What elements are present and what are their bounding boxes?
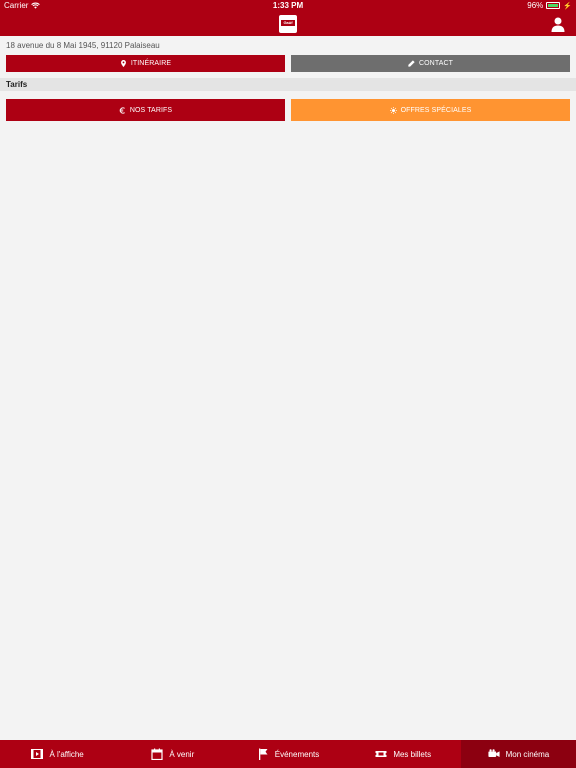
tab-now-showing[interactable]: À l'affiche bbox=[0, 740, 115, 768]
tab-label: Mes billets bbox=[393, 749, 432, 759]
flag-icon bbox=[258, 748, 268, 760]
video-camera-icon bbox=[488, 749, 500, 757]
tab-my-cinema[interactable]: Mon cinéma bbox=[460, 740, 576, 768]
user-icon[interactable] bbox=[550, 16, 566, 32]
battery-icon bbox=[546, 2, 561, 9]
itinerary-button[interactable]: ITINÉRAIRE bbox=[6, 55, 285, 72]
pencil-icon bbox=[408, 60, 415, 67]
battery-indicator: 96% ⚡ bbox=[527, 1, 572, 10]
our-prices-button[interactable]: NOS TARIFS bbox=[6, 99, 285, 121]
our-prices-label: NOS TARIFS bbox=[129, 106, 173, 114]
euro-icon bbox=[119, 106, 125, 114]
cinema-address: 18 avenue du 8 Mai 1945, 91120 Palaiseau bbox=[6, 41, 160, 50]
tab-label: Mon cinéma bbox=[505, 749, 550, 759]
nav-bar: Gaûf bbox=[0, 12, 576, 36]
tab-label: Événements bbox=[274, 749, 320, 759]
ticket-icon bbox=[375, 751, 387, 757]
contact-button[interactable]: CONTACT bbox=[291, 55, 570, 72]
cinema-logo: Gaûf bbox=[279, 15, 297, 33]
sun-icon bbox=[389, 106, 397, 114]
charging-icon: ⚡ bbox=[563, 2, 572, 10]
special-offers-label: OFFRES SPÉCIALES bbox=[400, 106, 472, 114]
calendar-icon bbox=[151, 748, 163, 760]
tab-events[interactable]: Événements bbox=[230, 740, 345, 768]
tab-label: À venir bbox=[169, 749, 195, 759]
battery-percent: 96% bbox=[527, 1, 544, 10]
map-pin-icon bbox=[120, 60, 126, 67]
itinerary-label: ITINÉRAIRE bbox=[130, 60, 172, 67]
tarifs-section-title: Tarifs bbox=[0, 78, 576, 91]
film-icon bbox=[31, 749, 44, 759]
status-bar: Carrier 1:33 PM 96% ⚡ bbox=[0, 0, 576, 12]
tab-upcoming[interactable]: À venir bbox=[115, 740, 230, 768]
contact-label: CONTACT bbox=[418, 60, 453, 67]
logo-text: Gaûf bbox=[281, 20, 295, 26]
tab-my-tickets[interactable]: Mes billets bbox=[346, 740, 461, 768]
special-offers-button[interactable]: OFFRES SPÉCIALES bbox=[291, 99, 570, 121]
status-time: 1:33 PM bbox=[272, 1, 304, 10]
tab-label: À l'affiche bbox=[49, 749, 84, 759]
tab-bar: À l'affiche À venir Événements Mes bille… bbox=[0, 740, 576, 768]
